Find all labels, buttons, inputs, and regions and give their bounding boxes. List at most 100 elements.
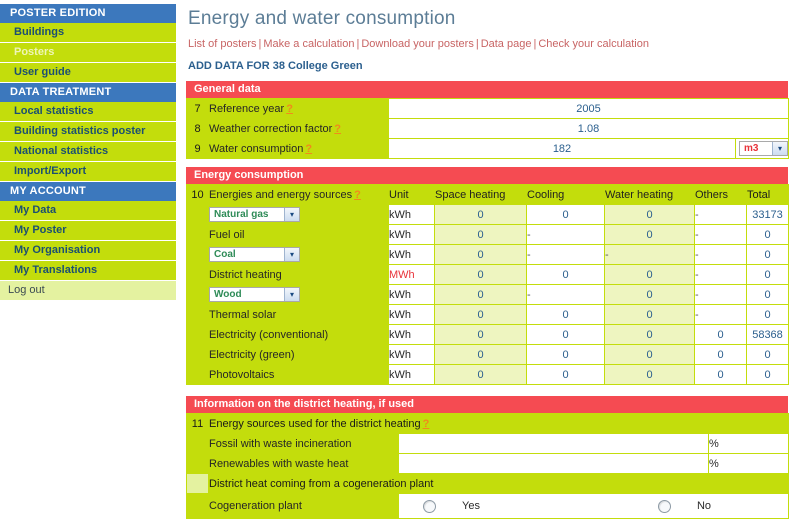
row-number-spacer: [186, 204, 209, 225]
renewables-waste-heat-input[interactable]: [399, 455, 708, 472]
sidebar-item-building-statistics-poster[interactable]: Building statistics poster: [0, 122, 176, 142]
sidebar-item-my-data[interactable]: My Data: [0, 201, 176, 221]
cell-others: -: [694, 284, 747, 305]
row-label-text: Weather correction factor: [209, 122, 333, 135]
row-label-weather-correction-factor: Weather correction factor?: [208, 118, 389, 139]
breadcrumb-link-check-your-calculation[interactable]: Check your calculation: [538, 38, 649, 50]
sidebar: POSTER EDITION Buildings Posters User gu…: [0, 0, 176, 300]
help-icon[interactable]: ?: [284, 103, 293, 115]
help-icon[interactable]: ?: [421, 418, 430, 430]
breadcrumb-link-list-of-posters[interactable]: List of posters: [188, 38, 256, 50]
cell-space-heating[interactable]: 0: [434, 284, 527, 305]
cell-cooling[interactable]: 0: [526, 304, 605, 325]
cell-water-heating[interactable]: 0: [604, 204, 695, 225]
sidebar-item-import-export[interactable]: Import/Export: [0, 162, 176, 182]
energy-consumption-bar-title: Energy consumption: [186, 167, 788, 184]
sidebar-item-my-translations[interactable]: My Translations: [0, 261, 176, 281]
cell-space-heating[interactable]: 0: [434, 264, 527, 285]
water-consumption-value[interactable]: 182: [388, 138, 736, 159]
water-unit-select-value: m3: [744, 143, 759, 154]
help-icon[interactable]: ?: [352, 189, 361, 201]
cell-cooling[interactable]: 0: [526, 204, 605, 225]
cell-cooling: -: [526, 284, 605, 305]
cell-space-heating[interactable]: 0: [434, 304, 527, 325]
energy-source-select[interactable]: Wood ▾: [209, 287, 300, 302]
radio-label-yes: Yes: [462, 500, 480, 512]
district-heating-header-text: Energy sources used for the district hea…: [209, 417, 421, 430]
cell-others[interactable]: 0: [694, 324, 747, 345]
weather-correction-factor-value[interactable]: 1.08: [387, 118, 790, 139]
breadcrumb-link-download-your-posters[interactable]: Download your posters: [361, 38, 474, 50]
chevron-down-icon: ▾: [284, 208, 299, 221]
cogeneration-option-no[interactable]: No: [480, 499, 711, 513]
table-row: District heat coming from a cogeneration…: [186, 473, 789, 494]
cell-cooling[interactable]: 0: [526, 324, 605, 345]
sidebar-item-user-guide[interactable]: User guide: [0, 63, 176, 83]
cell-space-heating[interactable]: 0: [434, 244, 527, 265]
cell-total: 58368: [746, 324, 789, 345]
cell-water-heating[interactable]: 0: [604, 224, 695, 245]
fossil-waste-incineration-input[interactable]: [399, 435, 708, 452]
sidebar-item-posters[interactable]: Posters: [0, 43, 176, 63]
sidebar-item-my-poster[interactable]: My Poster: [0, 221, 176, 241]
page-subtitle: ADD DATA FOR 38 College Green: [188, 60, 363, 72]
renewables-waste-heat-input-cell[interactable]: [398, 453, 709, 474]
fossil-waste-incineration-unit: %: [708, 433, 789, 454]
main-content: Energy and water consumption List of pos…: [176, 0, 800, 519]
column-header-total: Total: [746, 184, 789, 205]
cell-space-heating[interactable]: 0: [434, 364, 527, 385]
help-icon[interactable]: ?: [303, 143, 312, 155]
cell-water-heating[interactable]: 0: [604, 364, 695, 385]
radio-button-yes[interactable]: [423, 499, 436, 513]
row-label-electricity-conventional: Electricity (conventional): [208, 324, 389, 345]
table-row: Wood ▾ kWh 0 - 0 - 0: [186, 284, 789, 305]
row-label-photovoltaics: Photovoltaics: [208, 364, 389, 385]
cell-unit: kWh: [388, 324, 435, 345]
cell-space-heating[interactable]: 0: [434, 224, 527, 245]
cell-water-heating[interactable]: 0: [604, 324, 695, 345]
cell-water-heating[interactable]: 0: [604, 304, 695, 325]
row-label-district-heating: District heating: [208, 264, 389, 285]
energy-source-select[interactable]: Natural gas ▾: [209, 207, 300, 222]
breadcrumb-link-data-page[interactable]: Data page: [481, 38, 532, 50]
sidebar-item-national-statistics[interactable]: National statistics: [0, 142, 176, 162]
breadcrumb-link-make-a-calculation[interactable]: Make a calculation: [263, 38, 354, 50]
energy-table-header-row: 10 Energies and energy sources? Unit Spa…: [186, 184, 789, 205]
help-icon[interactable]: ?: [332, 123, 341, 135]
cogeneration-option-yes[interactable]: Yes: [399, 499, 480, 513]
cell-cooling[interactable]: 0: [526, 364, 605, 385]
cell-water-heating[interactable]: 0: [604, 344, 695, 365]
cell-water-heating[interactable]: 0: [604, 284, 695, 305]
energy-source-select[interactable]: Coal ▾: [209, 247, 300, 262]
reference-year-value[interactable]: 2005: [387, 98, 790, 119]
general-data-section: General data: [186, 81, 788, 98]
cell-space-heating[interactable]: 0: [434, 344, 527, 365]
cell-cooling[interactable]: 0: [526, 264, 605, 285]
cell-total: 0: [746, 284, 789, 305]
breadcrumb: List of posters | Make a calculation | Downl…: [188, 38, 792, 50]
sidebar-item-local-statistics[interactable]: Local statistics: [0, 102, 176, 122]
row-label-coal: Coal ▾: [208, 244, 389, 265]
cell-water-heating: -: [604, 244, 695, 265]
cell-cooling[interactable]: 0: [526, 344, 605, 365]
cell-others[interactable]: 0: [694, 344, 747, 365]
cell-space-heating[interactable]: 0: [434, 204, 527, 225]
radio-button-no[interactable]: [657, 499, 671, 513]
cell-total: 0: [746, 224, 789, 245]
cell-others[interactable]: 0: [694, 364, 747, 385]
table-row: 9 Water consumption? 182 m3 ▾: [186, 138, 790, 159]
row-number: 9: [186, 138, 209, 159]
cell-total: 0: [746, 364, 789, 385]
cell-water-heating[interactable]: 0: [604, 264, 695, 285]
energy-consumption-table: 10 Energies and energy sources? Unit Spa…: [186, 184, 789, 385]
cell-space-heating[interactable]: 0: [434, 324, 527, 345]
fossil-waste-incineration-input-cell[interactable]: [398, 433, 709, 454]
water-consumption-unit-cell: m3 ▾: [734, 138, 790, 159]
sidebar-item-buildings[interactable]: Buildings: [0, 23, 176, 43]
row-number-spacer: [186, 344, 209, 365]
row-label-cogeneration-plant: Cogeneration plant: [208, 493, 399, 519]
cell-unit: kWh: [388, 344, 435, 365]
sidebar-item-log-out[interactable]: Log out: [0, 281, 176, 300]
water-unit-select[interactable]: m3 ▾: [739, 141, 788, 156]
sidebar-item-my-organisation[interactable]: My Organisation: [0, 241, 176, 261]
